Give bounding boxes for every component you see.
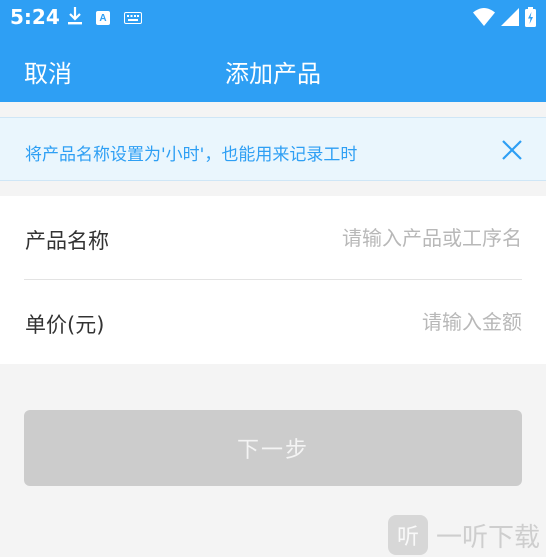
wifi-icon	[473, 8, 495, 30]
status-icons-left: A	[68, 7, 142, 29]
page-title: 添加产品	[225, 60, 321, 88]
product-name-row: 产品名称	[0, 196, 546, 280]
app-bar: 取消 添加产品	[0, 36, 546, 102]
next-step-button[interactable]: 下一步	[24, 410, 522, 486]
notice-text: 将产品名称设置为'小时'，也能用来记录工时	[25, 145, 358, 165]
unit-price-row: 单价(元)	[0, 280, 546, 364]
product-form: 产品名称 单价(元)	[0, 196, 546, 364]
status-bar: 5:24 A	[0, 0, 546, 36]
notice-banner: 将产品名称设置为'小时'，也能用来记录工时	[0, 117, 546, 181]
unit-price-input[interactable]	[242, 304, 522, 340]
status-icons-right	[473, 7, 536, 31]
product-name-label: 产品名称	[25, 229, 109, 253]
battery-charging-icon	[525, 7, 536, 31]
product-name-input[interactable]	[242, 220, 522, 256]
watermark-logo: 听	[388, 515, 428, 555]
watermark-text: 一听下载	[436, 522, 541, 553]
close-icon[interactable]	[500, 138, 524, 162]
unit-price-label: 单价(元)	[25, 313, 105, 337]
status-time: 5:24	[10, 5, 60, 29]
download-icon	[68, 7, 82, 29]
signal-icon	[501, 8, 519, 30]
text-a-icon: A	[96, 11, 110, 25]
watermark: 听 一听下载	[388, 515, 540, 555]
keyboard-icon	[124, 9, 142, 28]
